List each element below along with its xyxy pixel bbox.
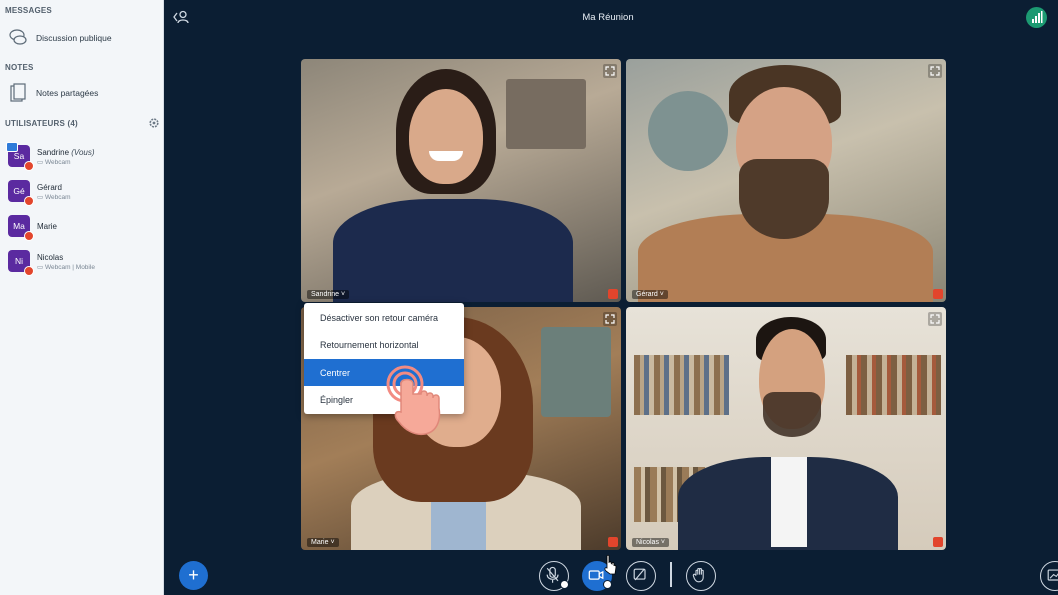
menu-item-disable-self-view[interactable]: Désactiver son retour caméra (304, 304, 464, 331)
video-tile-sandrine[interactable]: Sandrine ˅ (301, 59, 621, 302)
fullscreen-icon[interactable] (603, 64, 617, 78)
user-status: ▭ Webcam | Mobile (37, 264, 95, 271)
user-item[interactable]: Gé Gérard ▭ Webcam (0, 177, 164, 207)
muted-mic-icon (608, 289, 618, 299)
layout-button[interactable] (1040, 561, 1058, 591)
menu-item-mirror[interactable]: Retournement horizontal (304, 331, 464, 358)
muted-mic-icon (24, 196, 34, 206)
muted-mic-icon (24, 231, 34, 241)
background-shelf (506, 79, 586, 149)
muted-mic-icon (933, 537, 943, 547)
public-chat-label: Discussion publique (36, 33, 112, 43)
meeting-title: Ma Réunion (582, 12, 634, 23)
user-item[interactable]: Ma Marie (0, 212, 164, 242)
muted-mic-icon (24, 161, 34, 171)
signal-icon (1032, 11, 1043, 23)
bookshelf-right (846, 355, 941, 415)
gear-icon[interactable] (148, 117, 160, 129)
hand-icon (692, 567, 704, 583)
mic-options-dot[interactable] (560, 580, 569, 589)
shared-notes-label: Notes partagées (36, 88, 99, 98)
background-window (541, 327, 611, 417)
public-chat-link[interactable]: Discussion publique (0, 24, 164, 52)
muted-mic-icon (608, 537, 618, 547)
tile-name-tag[interactable]: Gérard ˅ (632, 290, 668, 299)
chat-icon (9, 29, 27, 45)
tile-name-tag[interactable]: Nicolas ˅ (632, 538, 669, 547)
user-status: ▭ Webcam (37, 159, 71, 166)
person-beard (739, 159, 829, 239)
raise-hand-button[interactable] (686, 561, 716, 591)
users-section-title: UTILISATEURS (4) (5, 119, 78, 128)
background-clock (648, 91, 728, 171)
muted-mic-icon (24, 266, 34, 276)
person-shirt (771, 457, 807, 547)
fullscreen-icon[interactable] (603, 312, 617, 326)
sidebar: MESSAGES Discussion publique NOTES Notes… (0, 0, 164, 595)
person-body (333, 199, 573, 302)
layout-icon (1047, 569, 1058, 581)
notes-icon (10, 83, 26, 102)
user-name: Nicolas (37, 253, 64, 262)
pointer-cursor-icon (604, 555, 617, 575)
notes-section-title: NOTES (5, 63, 34, 72)
user-name: Gérard (37, 183, 62, 192)
tile-name-tag[interactable]: Marie ˅ (307, 538, 339, 547)
person-face (409, 89, 483, 184)
camera-options-dot[interactable] (603, 580, 612, 589)
toggle-userlist-icon[interactable] (172, 10, 190, 24)
user-item[interactable]: Sa Sandrine (Vous) ▭ Webcam (0, 142, 164, 172)
tile-name-tag[interactable]: Sandrine ˅ (307, 290, 350, 299)
muted-mic-icon (933, 289, 943, 299)
bookshelf-left (634, 355, 729, 415)
fullscreen-icon[interactable] (928, 64, 942, 78)
messages-section-title: MESSAGES (5, 6, 52, 15)
user-name: Sandrine (Vous) (37, 148, 95, 157)
screenshare-button[interactable] (626, 561, 656, 591)
user-name: Marie (37, 222, 58, 231)
presenter-icon (6, 142, 18, 152)
user-item[interactable]: Ni Nicolas ▭ Webcam | Mobile (0, 247, 164, 277)
video-tile-gerard[interactable]: Gérard ˅ (626, 59, 946, 302)
toolbar-divider (670, 562, 672, 587)
person-beard (763, 392, 821, 437)
actions-plus-button[interactable]: + (179, 561, 208, 590)
tap-hand-icon (386, 365, 441, 436)
shared-notes-link[interactable]: Notes partagées (0, 79, 164, 107)
video-tile-nicolas[interactable]: Nicolas ˅ (626, 307, 946, 550)
screen-share-off-icon (633, 568, 646, 581)
user-status: ▭ Webcam (37, 194, 71, 201)
fullscreen-icon[interactable] (928, 312, 942, 326)
person-smile (429, 151, 463, 161)
connection-status-button[interactable] (1026, 7, 1047, 28)
